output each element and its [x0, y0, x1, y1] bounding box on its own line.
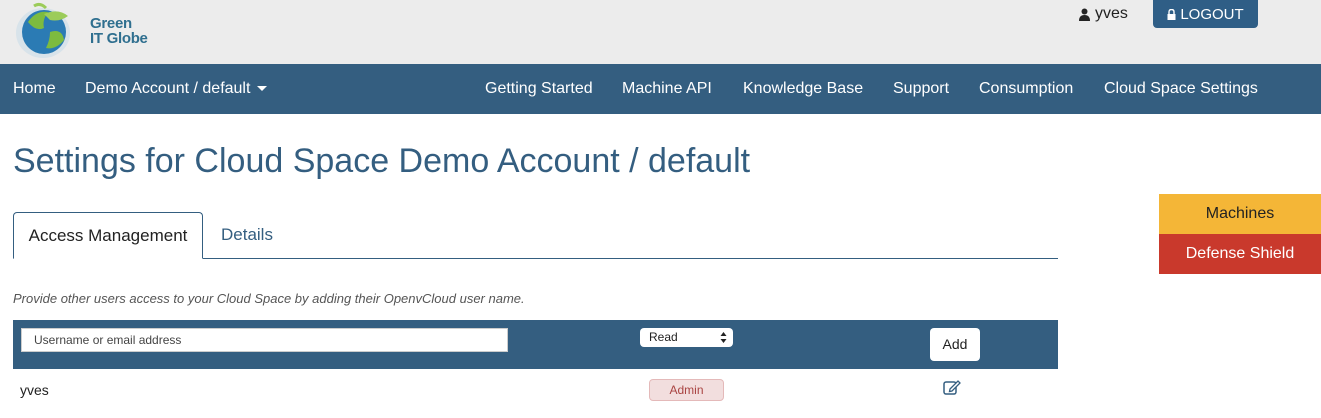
logo[interactable]: Green IT Globe	[14, 2, 154, 60]
nav-support[interactable]: Support	[893, 64, 949, 114]
table-row: yves Admin	[13, 369, 1058, 409]
role-select-value: Read	[649, 330, 678, 344]
add-access-form: Read Add	[13, 320, 1058, 369]
nav-knowledge-base[interactable]: Knowledge Base	[743, 64, 863, 114]
user-icon	[1079, 8, 1090, 21]
main-navbar: Home Demo Account / default Getting Star…	[0, 64, 1321, 114]
edit-icon[interactable]	[943, 379, 961, 395]
tab-details[interactable]: Details	[206, 212, 288, 259]
username-input[interactable]	[21, 328, 508, 352]
logo-line-1: Green	[90, 15, 132, 32]
username-label: yves	[1095, 5, 1128, 22]
nav-account-dropdown[interactable]: Demo Account / default	[85, 64, 268, 114]
nav-home[interactable]: Home	[13, 64, 56, 114]
page-title: Settings for Cloud Space Demo Account / …	[13, 142, 751, 180]
role-badge: Admin	[649, 379, 724, 401]
machines-button[interactable]: Machines	[1159, 194, 1321, 234]
row-username: yves	[20, 382, 49, 398]
defense-shield-button[interactable]: Defense Shield	[1159, 234, 1321, 274]
nav-getting-started[interactable]: Getting Started	[485, 64, 593, 114]
current-user[interactable]: yves	[1079, 5, 1128, 23]
tab-access-management[interactable]: Access Management	[13, 212, 203, 259]
caret-down-icon	[257, 86, 268, 92]
logout-label: LOGOUT	[1180, 5, 1244, 23]
logout-button[interactable]: LOGOUT	[1153, 0, 1258, 28]
nav-account-label: Demo Account / default	[85, 80, 251, 97]
top-header: Green IT Globe yves LOGOUT	[0, 0, 1321, 64]
access-help-text: Provide other users access to your Cloud…	[13, 291, 525, 306]
logo-text: Green IT Globe	[90, 16, 148, 46]
nav-cloud-space-settings[interactable]: Cloud Space Settings	[1104, 64, 1258, 114]
globe-logo-icon	[16, 2, 70, 58]
logo-line-2: IT Globe	[90, 30, 148, 47]
nav-consumption[interactable]: Consumption	[979, 64, 1073, 114]
select-arrows-icon	[720, 332, 727, 343]
lock-icon	[1167, 8, 1176, 20]
nav-machine-api[interactable]: Machine API	[622, 64, 712, 114]
role-select[interactable]: Read	[640, 328, 733, 347]
add-user-button[interactable]: Add	[930, 328, 980, 361]
